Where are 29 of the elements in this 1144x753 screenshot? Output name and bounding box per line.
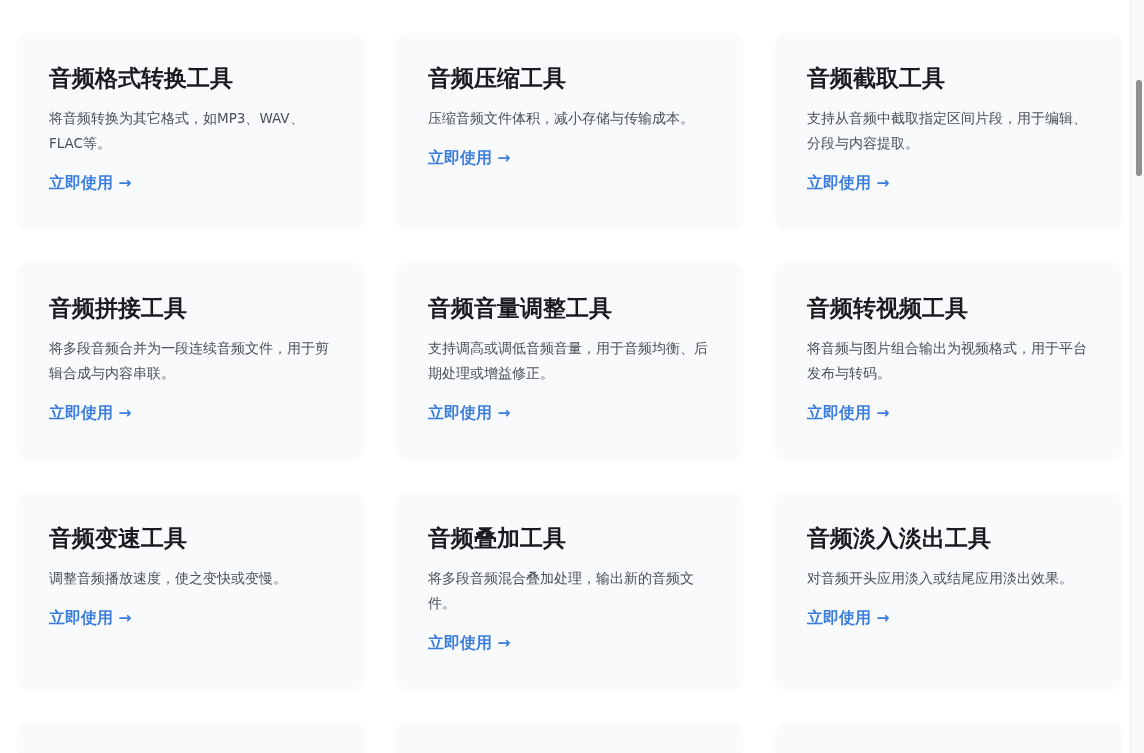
use-now-link[interactable]: 立即使用 →	[49, 607, 132, 629]
tool-description: 支持从音频中截取指定区间片段，用于编辑、分段与内容提取。	[807, 109, 1087, 153]
scrollbar[interactable]	[1130, 0, 1144, 753]
tool-title: 音频格式转换工具	[49, 64, 233, 93]
tool-description: 将多段音频合并为一段连续音频文件，用于剪辑合成与内容串联。	[49, 339, 329, 383]
tool-title: 音频截取工具	[807, 64, 945, 93]
use-now-link[interactable]: 立即使用 →	[428, 632, 511, 654]
use-now-link[interactable]: 立即使用 →	[49, 172, 132, 194]
tool-title: 音频压缩工具	[428, 64, 566, 93]
use-now-link[interactable]: 立即使用 →	[807, 172, 890, 194]
use-now-link[interactable]: 立即使用 →	[428, 147, 511, 169]
tool-description: 调整音频播放速度，使之变快或变慢。	[49, 569, 288, 588]
use-now-link[interactable]: 立即使用 →	[807, 607, 890, 629]
tool-description: 对音频开头应用淡入或结尾应用淡出效果。	[807, 569, 1074, 588]
tool-description: 将音频与图片组合输出为视频格式，用于平台发布与转码。	[807, 339, 1087, 383]
tool-title: 音频拼接工具	[49, 294, 187, 323]
use-now-link[interactable]: 立即使用 →	[428, 402, 511, 424]
tool-description: 支持调高或调低音频音量，用于音频均衡、后期处理或增益修正。	[428, 339, 708, 383]
scrollbar-thumb[interactable]	[1136, 80, 1142, 176]
use-now-link[interactable]: 立即使用 →	[49, 402, 132, 424]
tool-description: 将音频转换为其它格式，如MP3、WAV、FLAC等。	[49, 109, 305, 153]
tool-title: 音频音量调整工具	[428, 294, 612, 323]
use-now-link[interactable]: 立即使用 →	[807, 402, 890, 424]
tool-description: 将多段音频混合叠加处理，输出新的音频文件。	[428, 569, 695, 613]
tool-title: 音频叠加工具	[428, 524, 566, 553]
tool-description: 压缩音频文件体积，减小存储与传输成本。	[428, 109, 695, 128]
tool-title: 音频转视频工具	[807, 294, 968, 323]
tool-title: 音频淡入淡出工具	[807, 524, 991, 553]
tool-title: 音频变速工具	[49, 524, 187, 553]
